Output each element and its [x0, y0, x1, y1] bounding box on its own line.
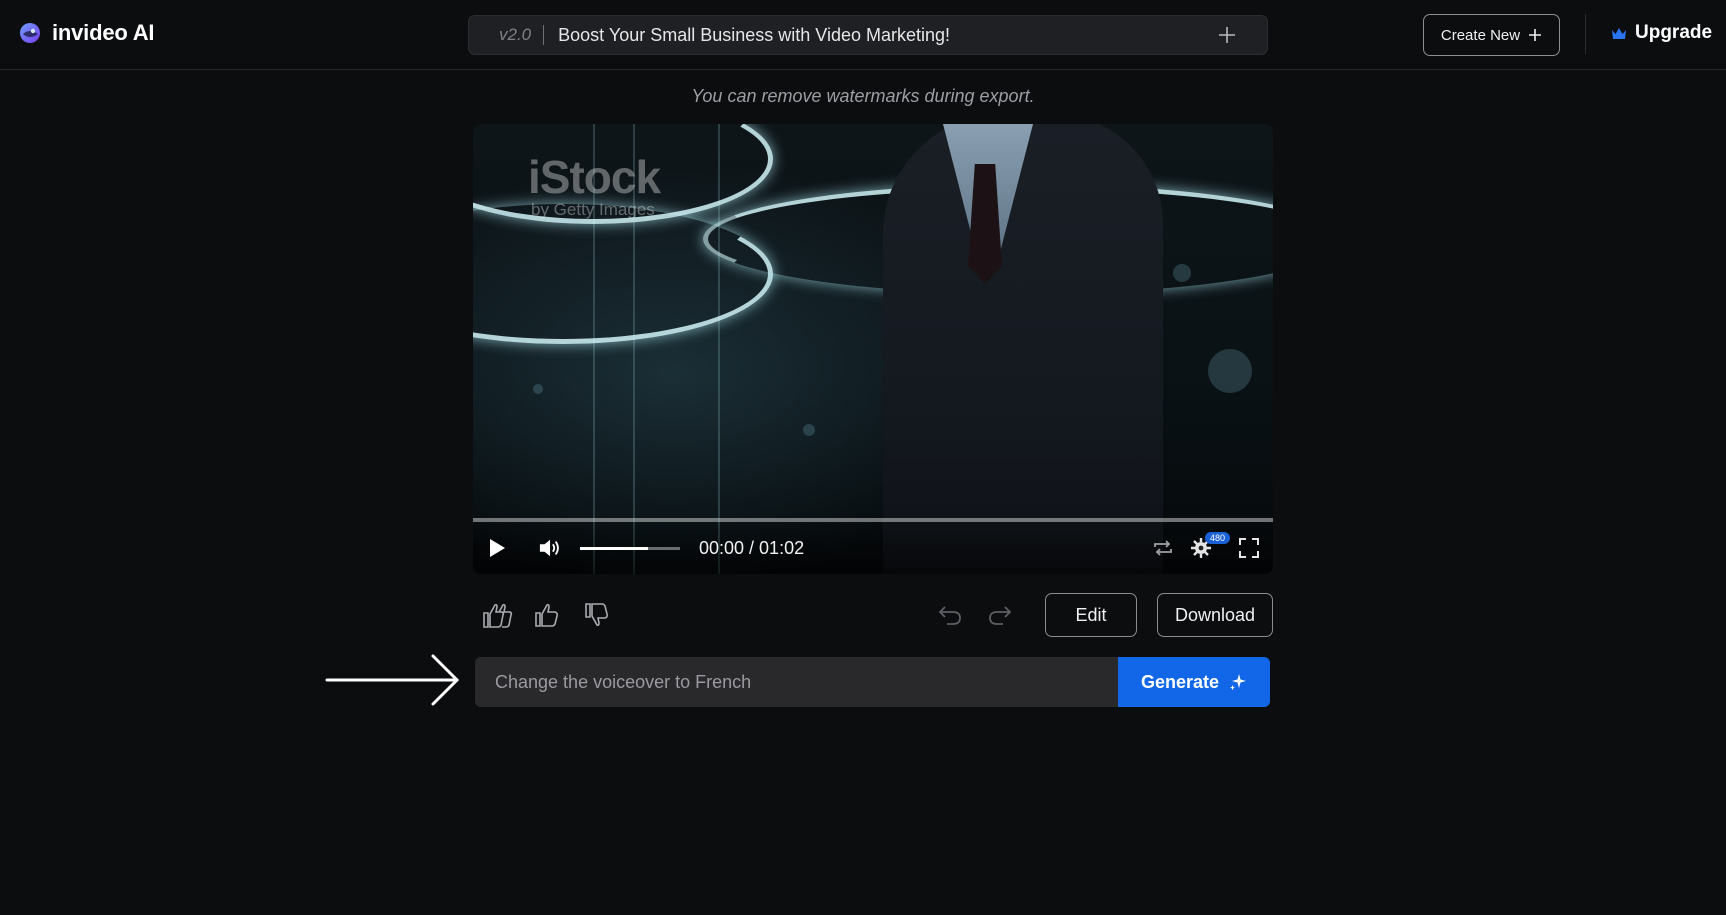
scene-detail: [533, 384, 543, 394]
like-button[interactable]: [531, 599, 563, 631]
prompt-input[interactable]: [475, 657, 1118, 707]
scene-detail: [1173, 264, 1191, 282]
loop-button[interactable]: [1151, 536, 1175, 560]
quality-badge: 480: [1205, 532, 1231, 544]
player-controls: 00:00 / 01:02 480: [473, 522, 1273, 574]
scene-detail: [1208, 349, 1252, 393]
invideo-logo-icon: [20, 23, 40, 43]
watermark-brand: iStock: [528, 151, 661, 203]
upgrade-button[interactable]: Upgrade: [1611, 22, 1712, 44]
undo-icon: [938, 606, 961, 625]
create-new-button[interactable]: Create New: [1423, 14, 1560, 56]
plus-icon: [1529, 29, 1542, 41]
upgrade-label: Upgrade: [1635, 22, 1713, 43]
scene-figure: [883, 124, 1163, 574]
undo-button[interactable]: [934, 599, 966, 631]
brand-name: invideo AI: [52, 20, 155, 45]
sparkle-icon: [1230, 674, 1247, 691]
top-bar: invideo AI v2.0 Boost Your Small Busines…: [0, 0, 1726, 70]
video-player[interactable]: iStock by Getty Images 00:00 / 01:02 480: [473, 124, 1273, 574]
watermark-sub: by Getty Images: [531, 200, 655, 219]
crown-icon: [1612, 27, 1626, 39]
divider: [543, 25, 545, 45]
brand-logo[interactable]: invideo AI: [18, 20, 155, 46]
project-title: Boost Your Small Business with Video Mar…: [558, 24, 951, 45]
double-thumbs-up-icon: [483, 603, 513, 628]
download-button[interactable]: Download: [1157, 593, 1273, 637]
create-new-label: Create New: [1440, 26, 1521, 44]
volume-icon: [539, 539, 559, 557]
thumbs-up-icon: [535, 603, 559, 627]
love-it-button[interactable]: [482, 599, 514, 631]
play-icon: [490, 539, 505, 557]
scene-detail: [803, 424, 815, 436]
stock-watermark: iStock by Getty Images: [528, 151, 661, 220]
volume-level: [580, 547, 648, 550]
redo-icon: [989, 606, 1012, 625]
edit-button[interactable]: Edit: [1045, 593, 1137, 637]
loop-icon: [1154, 540, 1172, 556]
watermark-notice: You can remove watermarks during export.: [691, 86, 1035, 106]
generate-label: Generate: [1140, 671, 1220, 692]
plus-icon[interactable]: [1217, 25, 1237, 45]
volume-button[interactable]: [539, 536, 563, 560]
project-title-bar[interactable]: v2.0 Boost Your Small Business with Vide…: [468, 15, 1268, 55]
action-row: Edit Download: [473, 593, 1273, 637]
redo-button[interactable]: [984, 599, 1016, 631]
play-button[interactable]: [485, 536, 509, 560]
fullscreen-icon: [1239, 538, 1259, 558]
pointer-arrow-icon: [325, 654, 460, 706]
fullscreen-button[interactable]: [1237, 536, 1261, 560]
volume-slider[interactable]: [580, 547, 680, 550]
edit-label: Edit: [1075, 604, 1107, 625]
prompt-bar: Generate: [475, 657, 1270, 707]
version-label: v2.0: [499, 25, 532, 44]
dislike-button[interactable]: [581, 599, 613, 631]
thumbs-down-icon: [585, 603, 609, 627]
download-label: Download: [1174, 604, 1256, 625]
divider: [1585, 14, 1586, 54]
generate-button[interactable]: Generate: [1118, 657, 1270, 707]
time-display: 00:00 / 01:02: [699, 538, 805, 558]
